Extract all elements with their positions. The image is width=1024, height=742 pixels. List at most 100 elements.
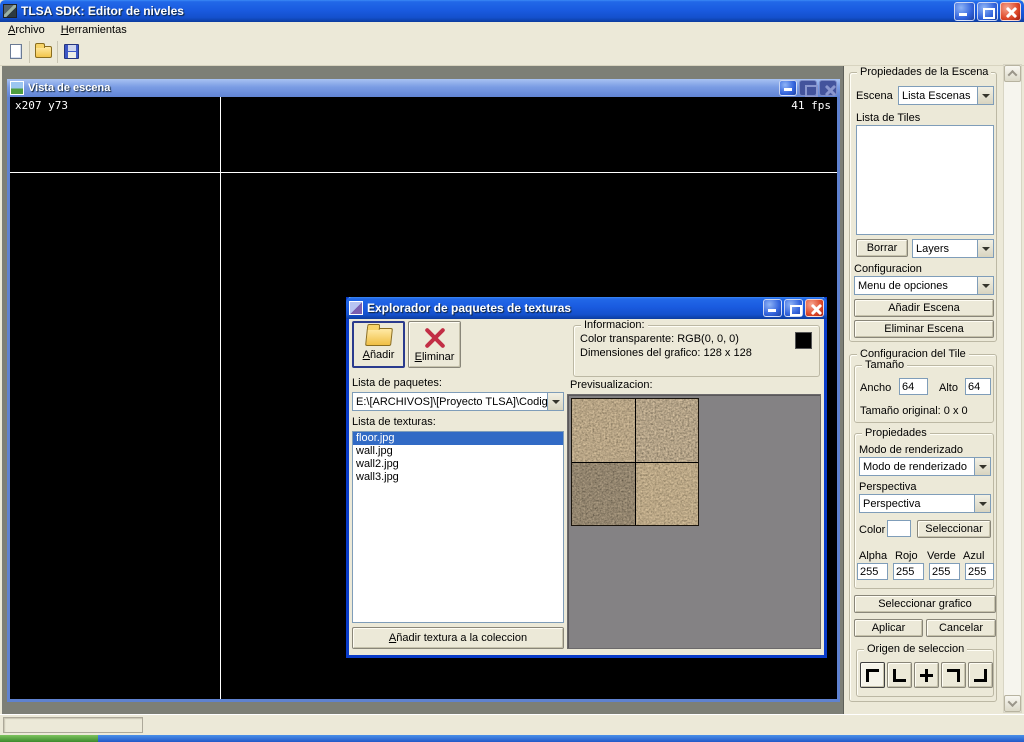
blue-field[interactable]: [965, 563, 994, 580]
chevron-down-icon: [1008, 697, 1018, 707]
menu-herramientas[interactable]: Herramientas: [53, 23, 135, 37]
width-label: Ancho: [860, 382, 891, 394]
dialog-restore-button[interactable]: [784, 299, 803, 317]
add-texture-button[interactable]: Añadir textura a la coleccion: [352, 627, 564, 649]
scene-combo[interactable]: Lista Escenas: [898, 86, 994, 105]
texture-preview-image: [571, 398, 699, 526]
menu-archivo[interactable]: Archivo: [0, 23, 53, 37]
panel-scrollbar[interactable]: [1003, 64, 1022, 713]
width-field[interactable]: [899, 378, 928, 395]
scene-label: Escena: [856, 90, 893, 102]
config-label: Configuracion: [854, 263, 922, 275]
chevron-down-icon: [979, 502, 987, 506]
origin-top-right-button[interactable]: [941, 662, 966, 688]
texture-list-item[interactable]: wall.jpg: [353, 445, 563, 458]
remove-package-button[interactable]: Eliminar: [408, 321, 461, 368]
save-icon: [64, 44, 79, 59]
remove-x-icon: [423, 326, 447, 350]
origin-bottom-right-button[interactable]: [968, 662, 993, 688]
texture-list-item[interactable]: wall3.jpg: [353, 471, 563, 484]
start-button[interactable]: [0, 735, 98, 742]
transparent-color-swatch: [795, 332, 812, 349]
origin-top-left-button[interactable]: [860, 662, 885, 688]
origin-bottom-left-button[interactable]: [887, 662, 912, 688]
corner-bottom-left-icon: [893, 669, 906, 682]
package-path-combo[interactable]: E:\[ARCHIVOS]\[Proyecto TLSA]\Codig: [352, 392, 564, 411]
scene-view-title: Vista de escena: [28, 82, 110, 94]
corner-bottom-right-icon: [974, 669, 987, 682]
save-button[interactable]: [59, 40, 84, 64]
cancel-button[interactable]: Cancelar: [926, 619, 996, 637]
status-bar: [0, 714, 1024, 735]
size-group: Tamaño Ancho Alto Tamaño original: 0 x 0: [854, 365, 994, 423]
menu-bar: Archivo Herramientas: [0, 22, 1024, 38]
layers-combo-dropdown[interactable]: [977, 240, 993, 257]
package-combo-dropdown[interactable]: [547, 393, 563, 410]
close-button[interactable]: [1000, 2, 1021, 21]
blue-label: Azul: [963, 550, 984, 562]
scene-view-titlebar: Vista de escena: [7, 79, 840, 97]
scene-properties-legend: Propiedades de la Escena: [857, 66, 991, 78]
chevron-down-icon: [982, 284, 990, 288]
taskbar: [0, 735, 1024, 742]
select-color-button[interactable]: Seleccionar: [917, 520, 991, 538]
alpha-field[interactable]: [857, 563, 888, 580]
green-label: Verde: [927, 550, 956, 562]
add-package-label: Añadir: [363, 349, 395, 361]
texture-list-item[interactable]: wall2.jpg: [353, 458, 563, 471]
select-graphic-button[interactable]: Seleccionar grafico: [854, 595, 996, 613]
selection-origin-legend: Origen de seleccion: [864, 643, 967, 655]
render-combo-dropdown[interactable]: [974, 458, 990, 475]
perspective-combo-dropdown[interactable]: [974, 495, 990, 512]
render-mode-combo[interactable]: Modo de renderizado: [859, 457, 991, 476]
restore-button[interactable]: [977, 2, 998, 21]
scene-combo-dropdown[interactable]: [977, 87, 993, 104]
layers-combo-value: Layers: [913, 242, 977, 256]
tiles-listbox[interactable]: [856, 125, 994, 235]
origin-center-button[interactable]: [914, 662, 939, 688]
scene-minimize-button[interactable]: [779, 80, 797, 96]
dialog-minimize-button[interactable]: [763, 299, 782, 317]
remove-scene-button[interactable]: Eliminar Escena: [854, 320, 994, 338]
size-legend: Tamaño: [862, 359, 907, 371]
textures-label: Lista de texturas:: [352, 416, 436, 428]
options-combo-dropdown[interactable]: [977, 277, 993, 294]
delete-tile-button[interactable]: Borrar: [856, 239, 908, 257]
tile-config-group: Configuracion del Tile Tamaño Ancho Alto…: [849, 354, 997, 702]
tiles-list-label: Lista de Tiles: [856, 112, 920, 124]
open-file-button[interactable]: [31, 40, 56, 64]
options-combo[interactable]: Menu de opciones: [854, 276, 994, 295]
apply-button[interactable]: Aplicar: [854, 619, 923, 637]
scene-maximize-button[interactable]: [799, 80, 817, 96]
chevron-down-icon: [982, 247, 990, 251]
render-mode-value: Modo de renderizado: [860, 460, 974, 474]
perspective-label: Perspectiva: [859, 481, 916, 493]
green-field[interactable]: [929, 563, 960, 580]
select-color-label: Seleccionar: [925, 523, 982, 535]
texture-list[interactable]: floor.jpg wall.jpg wall2.jpg wall3.jpg: [352, 431, 564, 623]
minimize-button[interactable]: [954, 2, 975, 21]
dialog-icon: [349, 301, 363, 315]
packages-label: Lista de paquetes:: [352, 377, 442, 389]
layers-combo[interactable]: Layers: [912, 239, 994, 258]
package-path-value: E:\[ARCHIVOS]\[Proyecto TLSA]\Codig: [353, 395, 547, 409]
tile-color-swatch: [887, 520, 911, 537]
add-package-button[interactable]: Añadir: [352, 321, 405, 368]
scrollbar-up-button[interactable]: [1004, 65, 1021, 82]
perspective-combo[interactable]: Perspectiva: [859, 494, 991, 513]
texture-list-item[interactable]: floor.jpg: [353, 432, 563, 445]
red-field[interactable]: [893, 563, 924, 580]
corner-top-right-icon: [947, 669, 960, 682]
info-group: Informacion: Color transparente: RGB(0, …: [573, 325, 820, 377]
scene-view-icon: [10, 81, 24, 95]
scrollbar-down-button[interactable]: [1004, 695, 1021, 712]
scene-close-button[interactable]: [819, 80, 837, 96]
chevron-up-icon: [1008, 70, 1018, 80]
tile-props-group: Propiedades Modo de renderizado Modo de …: [854, 433, 994, 589]
main-titlebar: TLSA SDK: Editor de niveles: [0, 0, 1024, 22]
new-file-button[interactable]: [3, 40, 28, 64]
add-scene-button[interactable]: Añadir Escena: [854, 299, 994, 317]
height-field[interactable]: [965, 378, 991, 395]
dialog-close-button[interactable]: [805, 299, 824, 317]
dialog-content: Añadir Eliminar Informacion: Color trans…: [349, 319, 824, 655]
